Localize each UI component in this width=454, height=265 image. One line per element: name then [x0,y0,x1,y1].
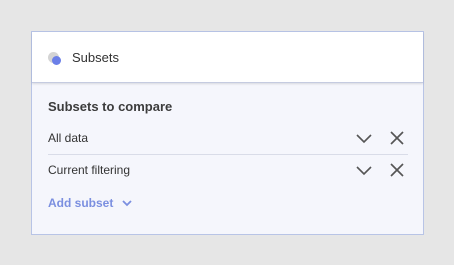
panel-title: Subsets [72,50,119,65]
section-title: Subsets to compare [48,99,173,114]
close-icon[interactable] [388,129,406,147]
subset-label: Current filtering [48,163,131,177]
add-subset-button[interactable]: Add subset [48,194,133,212]
subset-label: All data [48,131,89,145]
chevron-down-icon [122,200,132,207]
subsets-panel: Subsets Subsets to compare All data Curr… [31,31,424,235]
subsets-icon [48,52,61,65]
subset-row: All data [48,123,408,155]
chevron-down-icon[interactable] [355,130,373,146]
add-subset-label: Add subset [48,196,114,210]
subset-row: Current filtering [48,155,408,186]
panel-header: Subsets [32,32,423,83]
chevron-down-icon[interactable] [355,162,373,178]
close-icon[interactable] [388,161,406,179]
